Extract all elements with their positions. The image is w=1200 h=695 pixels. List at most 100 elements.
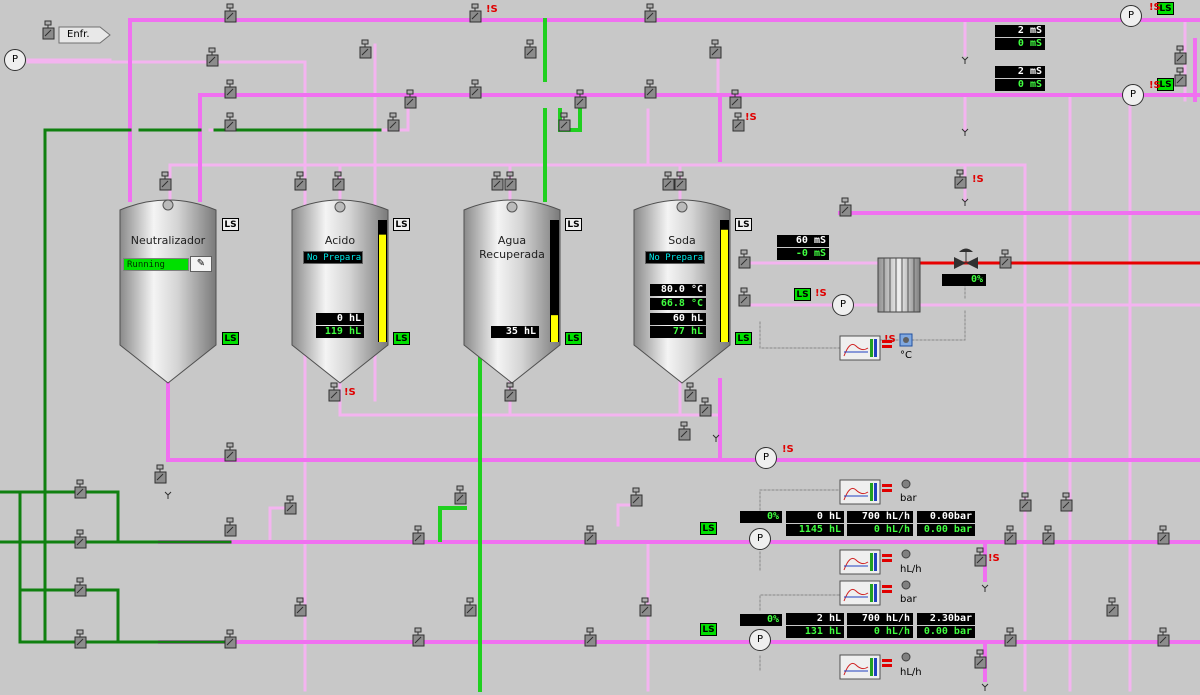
alarm-2: !S	[1149, 2, 1161, 13]
manual-valve[interactable]	[224, 517, 237, 537]
manual-valve[interactable]	[584, 627, 597, 647]
manual-valve[interactable]	[1042, 525, 1055, 545]
manual-valve[interactable]	[224, 112, 237, 132]
trend-icon[interactable]	[839, 580, 892, 606]
manual-valve[interactable]	[74, 577, 87, 597]
soda-status: No Prepara	[645, 251, 705, 264]
manual-valve[interactable]	[1157, 627, 1170, 647]
manual-valve[interactable]	[74, 479, 87, 499]
manual-valve[interactable]	[74, 629, 87, 649]
line2-pump-pct: 0%	[740, 614, 782, 626]
manual-valve[interactable]	[732, 112, 745, 132]
pump-icon[interactable]: P	[755, 447, 777, 469]
manual-valve[interactable]	[709, 39, 722, 59]
manual-valve[interactable]	[404, 89, 417, 109]
line1-volume-total: 1145 hL	[786, 524, 844, 536]
manual-valve[interactable]	[412, 525, 425, 545]
manual-valve[interactable]	[662, 171, 675, 191]
manual-valve[interactable]	[224, 3, 237, 23]
alarm-8: !S	[884, 334, 896, 345]
trend-icon[interactable]	[839, 654, 892, 680]
manual-valve[interactable]	[469, 79, 482, 99]
soda-temp-set: 80.0 °C	[650, 284, 706, 296]
manual-valve[interactable]	[328, 382, 341, 402]
manual-valve[interactable]	[504, 171, 517, 191]
manual-valve[interactable]	[684, 382, 697, 402]
edit-icon[interactable]: ✎	[190, 256, 212, 272]
manual-valve[interactable]	[284, 495, 297, 515]
manual-valve[interactable]	[74, 529, 87, 549]
acido-volume: 0 hL	[316, 313, 364, 325]
manual-valve[interactable]	[644, 79, 657, 99]
manual-valve[interactable]	[630, 487, 643, 507]
manual-valve[interactable]	[1004, 627, 1017, 647]
acido-status: No Prepara	[303, 251, 363, 264]
pump-icon[interactable]: P	[832, 294, 854, 316]
manual-valve[interactable]	[1157, 525, 1170, 545]
valve-icon[interactable]	[954, 248, 978, 270]
manual-valve[interactable]	[387, 112, 400, 132]
manual-valve[interactable]	[524, 39, 537, 59]
manual-valve[interactable]	[839, 197, 852, 217]
manual-valve[interactable]	[584, 525, 597, 545]
tank-agua-recuperada[interactable]	[463, 199, 561, 384]
manual-valve[interactable]	[454, 485, 467, 505]
manual-valve[interactable]	[699, 397, 712, 417]
pump-icon[interactable]: P	[4, 49, 26, 71]
manual-valve[interactable]	[1106, 597, 1119, 617]
manual-valve[interactable]	[574, 89, 587, 109]
line1-unit-pressure: bar	[900, 493, 917, 504]
line1-flow-actual: 0 hL/h	[847, 524, 913, 536]
manual-valve[interactable]	[1019, 492, 1032, 512]
tank-name-acido: Acido	[324, 234, 356, 247]
neutralizador-status: Running	[123, 258, 189, 271]
line2-unit-flow: hL/h	[900, 667, 922, 678]
tank-name-neutralizador: Neutralizador	[130, 234, 206, 247]
trend-icon[interactable]	[839, 549, 892, 575]
heat-exchanger-icon	[877, 257, 921, 313]
ls-agua-low: LS	[565, 332, 582, 345]
manual-valve[interactable]	[1004, 525, 1017, 545]
pump-icon[interactable]: P	[1120, 5, 1142, 27]
manual-valve[interactable]	[464, 597, 477, 617]
manual-valve[interactable]	[999, 249, 1012, 269]
manual-valve[interactable]	[678, 421, 691, 441]
pump-icon[interactable]: P	[749, 629, 771, 651]
manual-valve[interactable]	[224, 442, 237, 462]
manual-valve[interactable]	[224, 629, 237, 649]
line2-flow-actual: 0 hL/h	[847, 626, 913, 638]
line2-volume: 2 hL	[786, 613, 844, 625]
manual-valve[interactable]	[491, 171, 504, 191]
manual-valve[interactable]	[558, 112, 571, 132]
process-diagram	[0, 3, 1200, 692]
soda-volume: 60 hL	[650, 313, 706, 325]
manual-valve[interactable]	[332, 171, 345, 191]
ls-agua-high: LS	[565, 218, 582, 231]
manual-valve[interactable]	[206, 47, 219, 67]
manual-valve[interactable]	[738, 249, 751, 269]
manual-valve[interactable]	[469, 3, 482, 23]
manual-valve[interactable]	[359, 39, 372, 59]
manual-valve[interactable]	[42, 20, 55, 40]
tank-neutralizador[interactable]	[119, 199, 217, 384]
manual-valve[interactable]	[644, 3, 657, 23]
soda-temp-actual: 66.8 °C	[650, 298, 706, 310]
alarm-7: !S	[815, 288, 827, 299]
manual-valve[interactable]	[674, 171, 687, 191]
temp-unit: °C	[900, 350, 912, 361]
tank-name-agua-1: Agua	[497, 234, 527, 247]
manual-valve[interactable]	[504, 382, 517, 402]
manual-valve[interactable]	[224, 79, 237, 99]
alarm-6: !S	[344, 387, 356, 398]
manual-valve[interactable]	[729, 89, 742, 109]
line2-unit-pressure: bar	[900, 594, 917, 605]
pump-icon[interactable]: P	[749, 528, 771, 550]
alarm-5: !S	[972, 174, 984, 185]
manual-valve[interactable]	[412, 627, 425, 647]
line1-unit-flow: hL/h	[900, 564, 922, 575]
manual-valve[interactable]	[154, 464, 167, 484]
pump-icon[interactable]: P	[1122, 84, 1144, 106]
tank-acido[interactable]	[291, 199, 389, 384]
manual-valve[interactable]	[738, 287, 751, 307]
trend-icon[interactable]	[839, 479, 892, 505]
